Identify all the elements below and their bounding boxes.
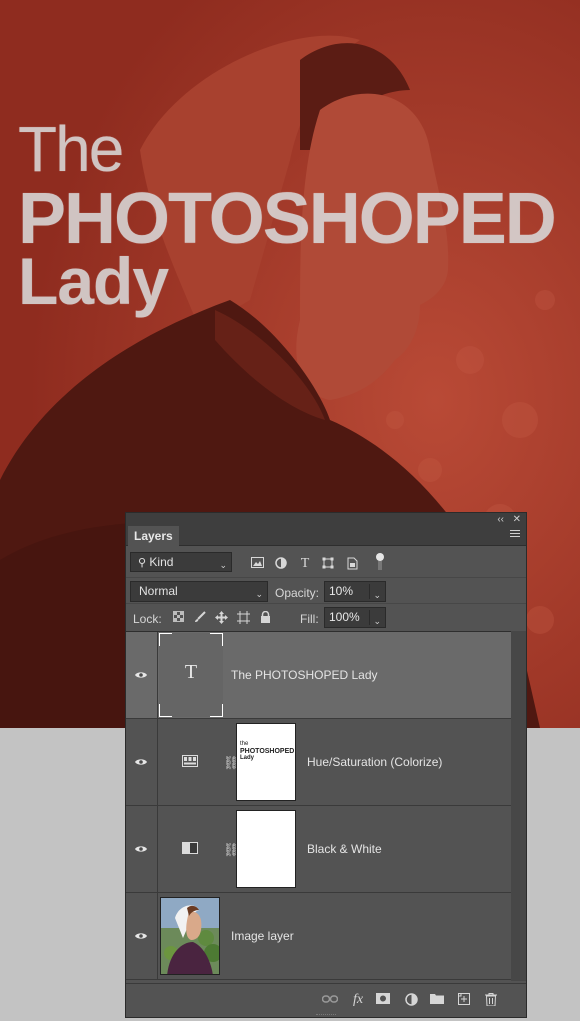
mask-text-lady: Lady xyxy=(240,755,255,761)
visibility-toggle[interactable] xyxy=(126,806,158,892)
new-adjustment-icon[interactable] xyxy=(404,993,418,1007)
chevron-down-icon: ⌄ xyxy=(255,589,263,599)
type-layer-filter-icon[interactable]: T xyxy=(298,557,312,571)
layer-filter-row: ⚲ Kind ⌄ T xyxy=(126,549,526,577)
layer-name[interactable]: Black & White xyxy=(307,842,382,856)
double-chevron-left-icon[interactable]: ‹‹ xyxy=(497,513,504,526)
search-icon: ⚲ xyxy=(138,557,147,569)
eye-icon xyxy=(135,672,147,678)
panel-menu-icon[interactable] xyxy=(510,530,520,539)
close-icon[interactable]: ✕ xyxy=(513,513,521,526)
fill-input[interactable]: 100% ⌄ xyxy=(324,607,386,628)
new-group-icon[interactable] xyxy=(430,993,444,1007)
chevron-down-icon: ⌄ xyxy=(219,560,227,570)
image-layer-thumbnail[interactable] xyxy=(160,897,220,975)
layer-mask-thumbnail[interactable] xyxy=(236,810,296,888)
layer-name[interactable]: Hue/Saturation (Colorize) xyxy=(307,755,442,769)
layer-name[interactable]: The PHOTOSHOPED Lady xyxy=(231,668,378,682)
chevron-down-icon[interactable]: ⌄ xyxy=(373,612,381,631)
black-white-icon[interactable] xyxy=(182,842,198,854)
layers-scrollbar[interactable] xyxy=(511,631,526,981)
resize-grip[interactable] xyxy=(316,1014,336,1018)
eye-icon xyxy=(135,759,147,765)
panel-titlebar[interactable]: ‹‹ ✕ xyxy=(126,513,526,526)
hue-saturation-icon[interactable] xyxy=(182,755,198,767)
layer-row-type[interactable]: T The PHOTOSHOPED Lady xyxy=(126,632,511,719)
smart-object-filter-icon[interactable] xyxy=(345,557,359,571)
headline-lady: Lady xyxy=(18,244,169,318)
opacity-label: Opacity: xyxy=(275,586,320,600)
visibility-toggle[interactable] xyxy=(126,719,158,805)
mask-text-the: the xyxy=(240,741,249,747)
layer-row-image[interactable]: Image layer xyxy=(126,893,511,980)
new-layer-icon[interactable] xyxy=(457,993,471,1007)
lock-position-icon[interactable] xyxy=(214,611,228,625)
visibility-toggle[interactable] xyxy=(126,893,158,979)
layer-mask-thumbnail[interactable]: the PHOTOSHOPED Lady xyxy=(236,723,296,801)
panel-tab-row: Layers xyxy=(126,526,526,546)
lock-artboard-icon[interactable] xyxy=(236,611,250,625)
tab-layers[interactable]: Layers xyxy=(128,526,179,546)
shape-layer-filter-icon[interactable] xyxy=(321,557,335,571)
layer-row-black-white[interactable]: ⛓ Black & White xyxy=(126,806,511,893)
filter-toggle-switch[interactable] xyxy=(376,553,384,571)
type-layer-icon: T xyxy=(184,661,198,683)
headline-the: The xyxy=(18,113,124,185)
visibility-toggle[interactable] xyxy=(126,632,158,718)
blend-row: Normal ⌄ Opacity: 10% ⌄ xyxy=(126,577,526,604)
pixel-layer-filter-icon[interactable] xyxy=(250,557,264,571)
filter-kind-label: Kind xyxy=(149,555,174,569)
chain-link-icon[interactable]: ⛓ xyxy=(223,842,240,858)
mask-text-photoshoped: PHOTOSHOPED xyxy=(240,748,295,755)
layers-panel: ‹‹ ✕ Layers ⚲ Kind ⌄ T Normal ⌄ Opacity:… xyxy=(125,512,527,1018)
link-layers-icon[interactable] xyxy=(321,993,339,1007)
lock-label: Lock: xyxy=(133,612,162,626)
eye-icon xyxy=(135,846,147,852)
delete-icon[interactable] xyxy=(484,993,498,1007)
lock-transparent-pixels-icon[interactable] xyxy=(171,611,185,625)
chain-link-icon[interactable]: ⛓ xyxy=(223,755,240,771)
filter-kind-select[interactable]: ⚲ Kind ⌄ xyxy=(130,552,232,572)
fx-icon[interactable]: fx xyxy=(350,993,366,1007)
add-mask-icon[interactable] xyxy=(376,993,390,1007)
layer-row-hue-saturation[interactable]: ⛓ the PHOTOSHOPED Lady Hue/Saturation (C… xyxy=(126,719,511,806)
lock-all-icon[interactable] xyxy=(258,610,272,625)
eye-icon xyxy=(135,933,147,939)
layers-list: T The PHOTOSHOPED Lady ⛓ the PHOTOSHOPED… xyxy=(126,631,511,982)
blend-mode-select[interactable]: Normal ⌄ xyxy=(130,581,268,602)
panel-footer: fx xyxy=(126,983,526,1018)
fill-value: 100% xyxy=(329,610,360,624)
type-layer-thumbnail[interactable]: T xyxy=(159,633,223,717)
lock-image-pixels-icon[interactable] xyxy=(193,611,207,625)
layer-name[interactable]: Image layer xyxy=(231,929,294,943)
opacity-value: 10% xyxy=(329,584,354,598)
fill-label: Fill: xyxy=(300,612,319,626)
lock-row: Lock: Fill: 100% ⌄ xyxy=(126,603,526,631)
opacity-input[interactable]: 10% ⌄ xyxy=(324,581,386,602)
blend-mode-value: Normal xyxy=(139,584,178,598)
adjustment-layer-filter-icon[interactable] xyxy=(274,557,288,571)
